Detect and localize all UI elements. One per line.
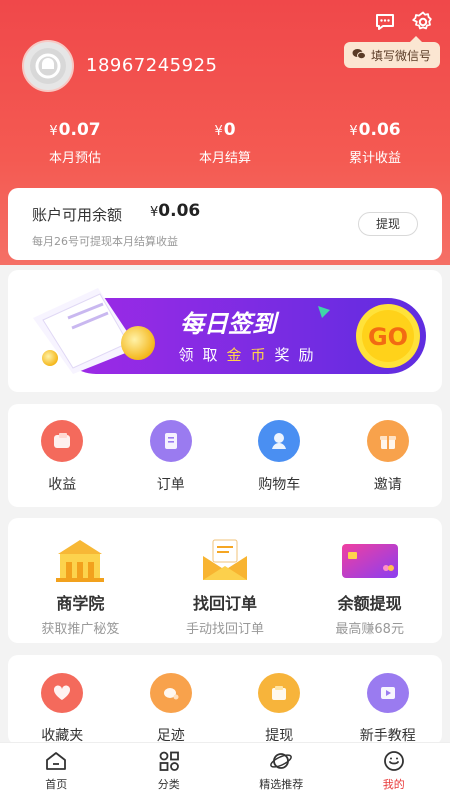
message-icon[interactable]: [372, 9, 398, 35]
quick-action-cart[interactable]: 购物车: [225, 404, 334, 507]
withdraw-icon: [258, 673, 301, 713]
stat-label: 累计收益: [348, 151, 401, 166]
feature-balance-withdraw[interactable]: 余额提现 最高赚68元: [297, 518, 442, 643]
feature-subtitle: 获取推广秘笈: [41, 622, 120, 637]
stat-currency: ¥: [349, 124, 358, 139]
video-icon: [366, 673, 409, 713]
tab-label: 我的: [382, 778, 405, 791]
quick-action-label: 购物车: [258, 477, 301, 493]
heart-icon: [41, 673, 84, 713]
balance-value: 0.06: [158, 201, 201, 221]
quick-actions-card: 收益 订单 购物车 邀请: [8, 404, 442, 507]
stat-label: 本月预估: [48, 151, 101, 166]
quick-action-orders[interactable]: 订单: [117, 404, 226, 507]
tab-home[interactable]: 首页: [0, 743, 113, 800]
balance-title: 账户可用余额: [32, 206, 123, 224]
feature-subtitle: 手动找回订单: [186, 622, 265, 637]
quick-action-earnings[interactable]: 收益: [8, 404, 117, 507]
stat-month-settled[interactable]: ¥0 本月结算: [150, 120, 300, 166]
quick-action-label: 收益: [48, 477, 77, 493]
tool-withdraw[interactable]: 提现: [225, 655, 334, 745]
stat-month-estimate[interactable]: ¥0.07 本月预估: [0, 120, 150, 166]
balance-amount: ¥0.06: [150, 201, 200, 221]
stat-total-earnings[interactable]: ¥0.06 累计收益: [300, 120, 450, 166]
footprint-icon: [149, 673, 192, 713]
order-icon: [149, 420, 192, 462]
banner-subtitle-char: 取: [202, 346, 217, 364]
tool-footprint[interactable]: 足迹: [117, 655, 226, 745]
avatar[interactable]: [22, 40, 74, 92]
banner-go-button[interactable]: GO: [368, 323, 408, 351]
quick-action-label: 邀请: [373, 477, 402, 493]
tab-label: 首页: [45, 778, 68, 791]
banner-subtitle-char: 币: [250, 346, 265, 364]
stat-currency: ¥: [214, 124, 223, 139]
user-phone: 18967245925: [86, 55, 218, 76]
feature-academy[interactable]: 商学院 获取推广秘笈: [8, 518, 153, 643]
balance-subtitle: 每月26号可提现本月结算收益: [32, 235, 178, 248]
gift-icon: [366, 420, 409, 462]
category-icon: [159, 751, 179, 771]
withdraw-button[interactable]: 提现: [358, 212, 418, 236]
tool-tutorial[interactable]: 新手教程: [334, 655, 443, 745]
daily-checkin-banner[interactable]: 每日签到 领 取 金 币 奖 励 GO: [28, 288, 426, 374]
stat-value: 0.06: [358, 120, 401, 140]
tab-label: 分类: [157, 778, 180, 791]
home-icon: [46, 752, 67, 770]
gear-icon[interactable]: [410, 9, 436, 35]
wechat-pill-label: 填写微信号: [370, 48, 431, 63]
stat-label: 本月结算: [198, 151, 251, 166]
top-icons: [372, 9, 436, 35]
quick-action-invite[interactable]: 邀请: [334, 404, 443, 507]
bottom-tab-bar: 首页 分类 精选推荐 我的: [0, 742, 450, 800]
wechat-icon: [352, 48, 366, 63]
fill-wechat-button[interactable]: 填写微信号: [343, 36, 440, 68]
academy-icon: [56, 540, 105, 582]
banner-subtitle-char: 领: [178, 346, 193, 364]
feature-title: 找回订单: [193, 594, 258, 613]
wallet-icon: [41, 420, 84, 462]
stat-value: 0.07: [58, 120, 101, 140]
planet-icon: [270, 753, 293, 769]
features-card: 商学院 获取推广秘笈 找回订单 手动找回订单 余额提现 最高赚68元: [8, 518, 442, 643]
quick-action-label: 订单: [156, 477, 185, 493]
tool-favorites[interactable]: 收藏夹: [8, 655, 117, 745]
stat-value: 0: [223, 120, 236, 140]
feature-title: 余额提现: [337, 594, 402, 613]
balance-card: 账户可用余额 ¥0.06 每月26号可提现本月结算收益 提现: [8, 188, 442, 260]
tab-mine[interactable]: 我的: [338, 743, 450, 800]
cart-icon: [258, 420, 301, 462]
tab-recommend[interactable]: 精选推荐: [225, 743, 338, 800]
feature-subtitle: 最高赚68元: [335, 622, 404, 637]
card-icon: [341, 544, 398, 578]
banner-card: 每日签到 领 取 金 币 奖 励 GO: [8, 270, 442, 392]
banner-title: 每日签到: [180, 310, 280, 338]
feature-title: 商学院: [56, 594, 105, 613]
earnings-stats: ¥0.07 本月预估 ¥0 本月结算 ¥0.06 累计收益: [0, 120, 450, 166]
tab-category[interactable]: 分类: [113, 743, 226, 800]
feature-retrieve-order[interactable]: 找回订单 手动找回订单: [153, 518, 298, 643]
banner-subtitle-char: 奖: [274, 346, 289, 364]
tools-card: 收藏夹 足迹 提现 新手教程: [8, 655, 442, 745]
banner-subtitle-char: 金: [226, 346, 241, 364]
envelope-icon: [203, 539, 247, 580]
stat-currency: ¥: [49, 124, 58, 139]
tab-label: 精选推荐: [259, 778, 304, 791]
banner-subtitle-char: 励: [298, 346, 313, 364]
profile-icon: [383, 751, 404, 771]
